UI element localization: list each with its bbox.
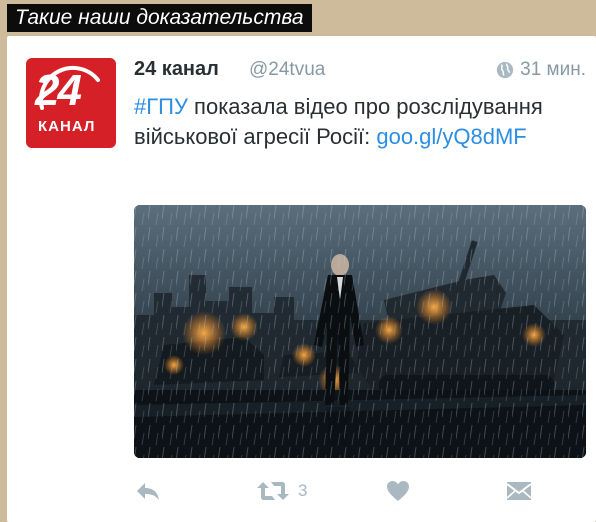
logo-word: КАНАЛ <box>38 118 96 135</box>
caption-banner: Такие наши доказательства <box>7 4 312 32</box>
logo-number: 24 <box>35 66 82 115</box>
retweet-count: 3 <box>298 481 308 500</box>
reply-icon <box>137 483 159 500</box>
timestamp[interactable]: 31 мин. <box>496 59 586 81</box>
retweet-icon <box>257 482 289 500</box>
tweet-actions: 3 <box>134 476 586 506</box>
tweet-text: #ГПУ показала відео про розслідування ві… <box>134 92 584 152</box>
tweet-media-image[interactable] <box>134 205 586 458</box>
tweet-card[interactable]: 24 КАНАЛ 24 канал @24tvua 31 мин. #ГПУ п… <box>7 36 596 522</box>
user-handle[interactable]: @24tvua <box>249 59 325 81</box>
url-link[interactable]: goo.gl/yQ8dMF <box>376 124 526 149</box>
time-label: 31 мин. <box>520 59 586 80</box>
media-illustration <box>134 205 586 458</box>
retweet-button[interactable]: 3 <box>256 476 307 506</box>
globe-icon <box>497 61 514 79</box>
like-button[interactable] <box>386 476 410 506</box>
like-icon <box>387 481 409 501</box>
tweet-header: 24 канал @24tvua 31 мин. <box>134 58 586 84</box>
direct-message-icon <box>506 482 532 500</box>
display-name[interactable]: 24 канал <box>134 58 219 81</box>
hashtag-link[interactable]: #ГПУ <box>134 94 188 119</box>
reply-button[interactable] <box>134 476 162 506</box>
direct-message-button[interactable] <box>506 476 532 506</box>
avatar[interactable]: 24 КАНАЛ <box>26 58 116 148</box>
